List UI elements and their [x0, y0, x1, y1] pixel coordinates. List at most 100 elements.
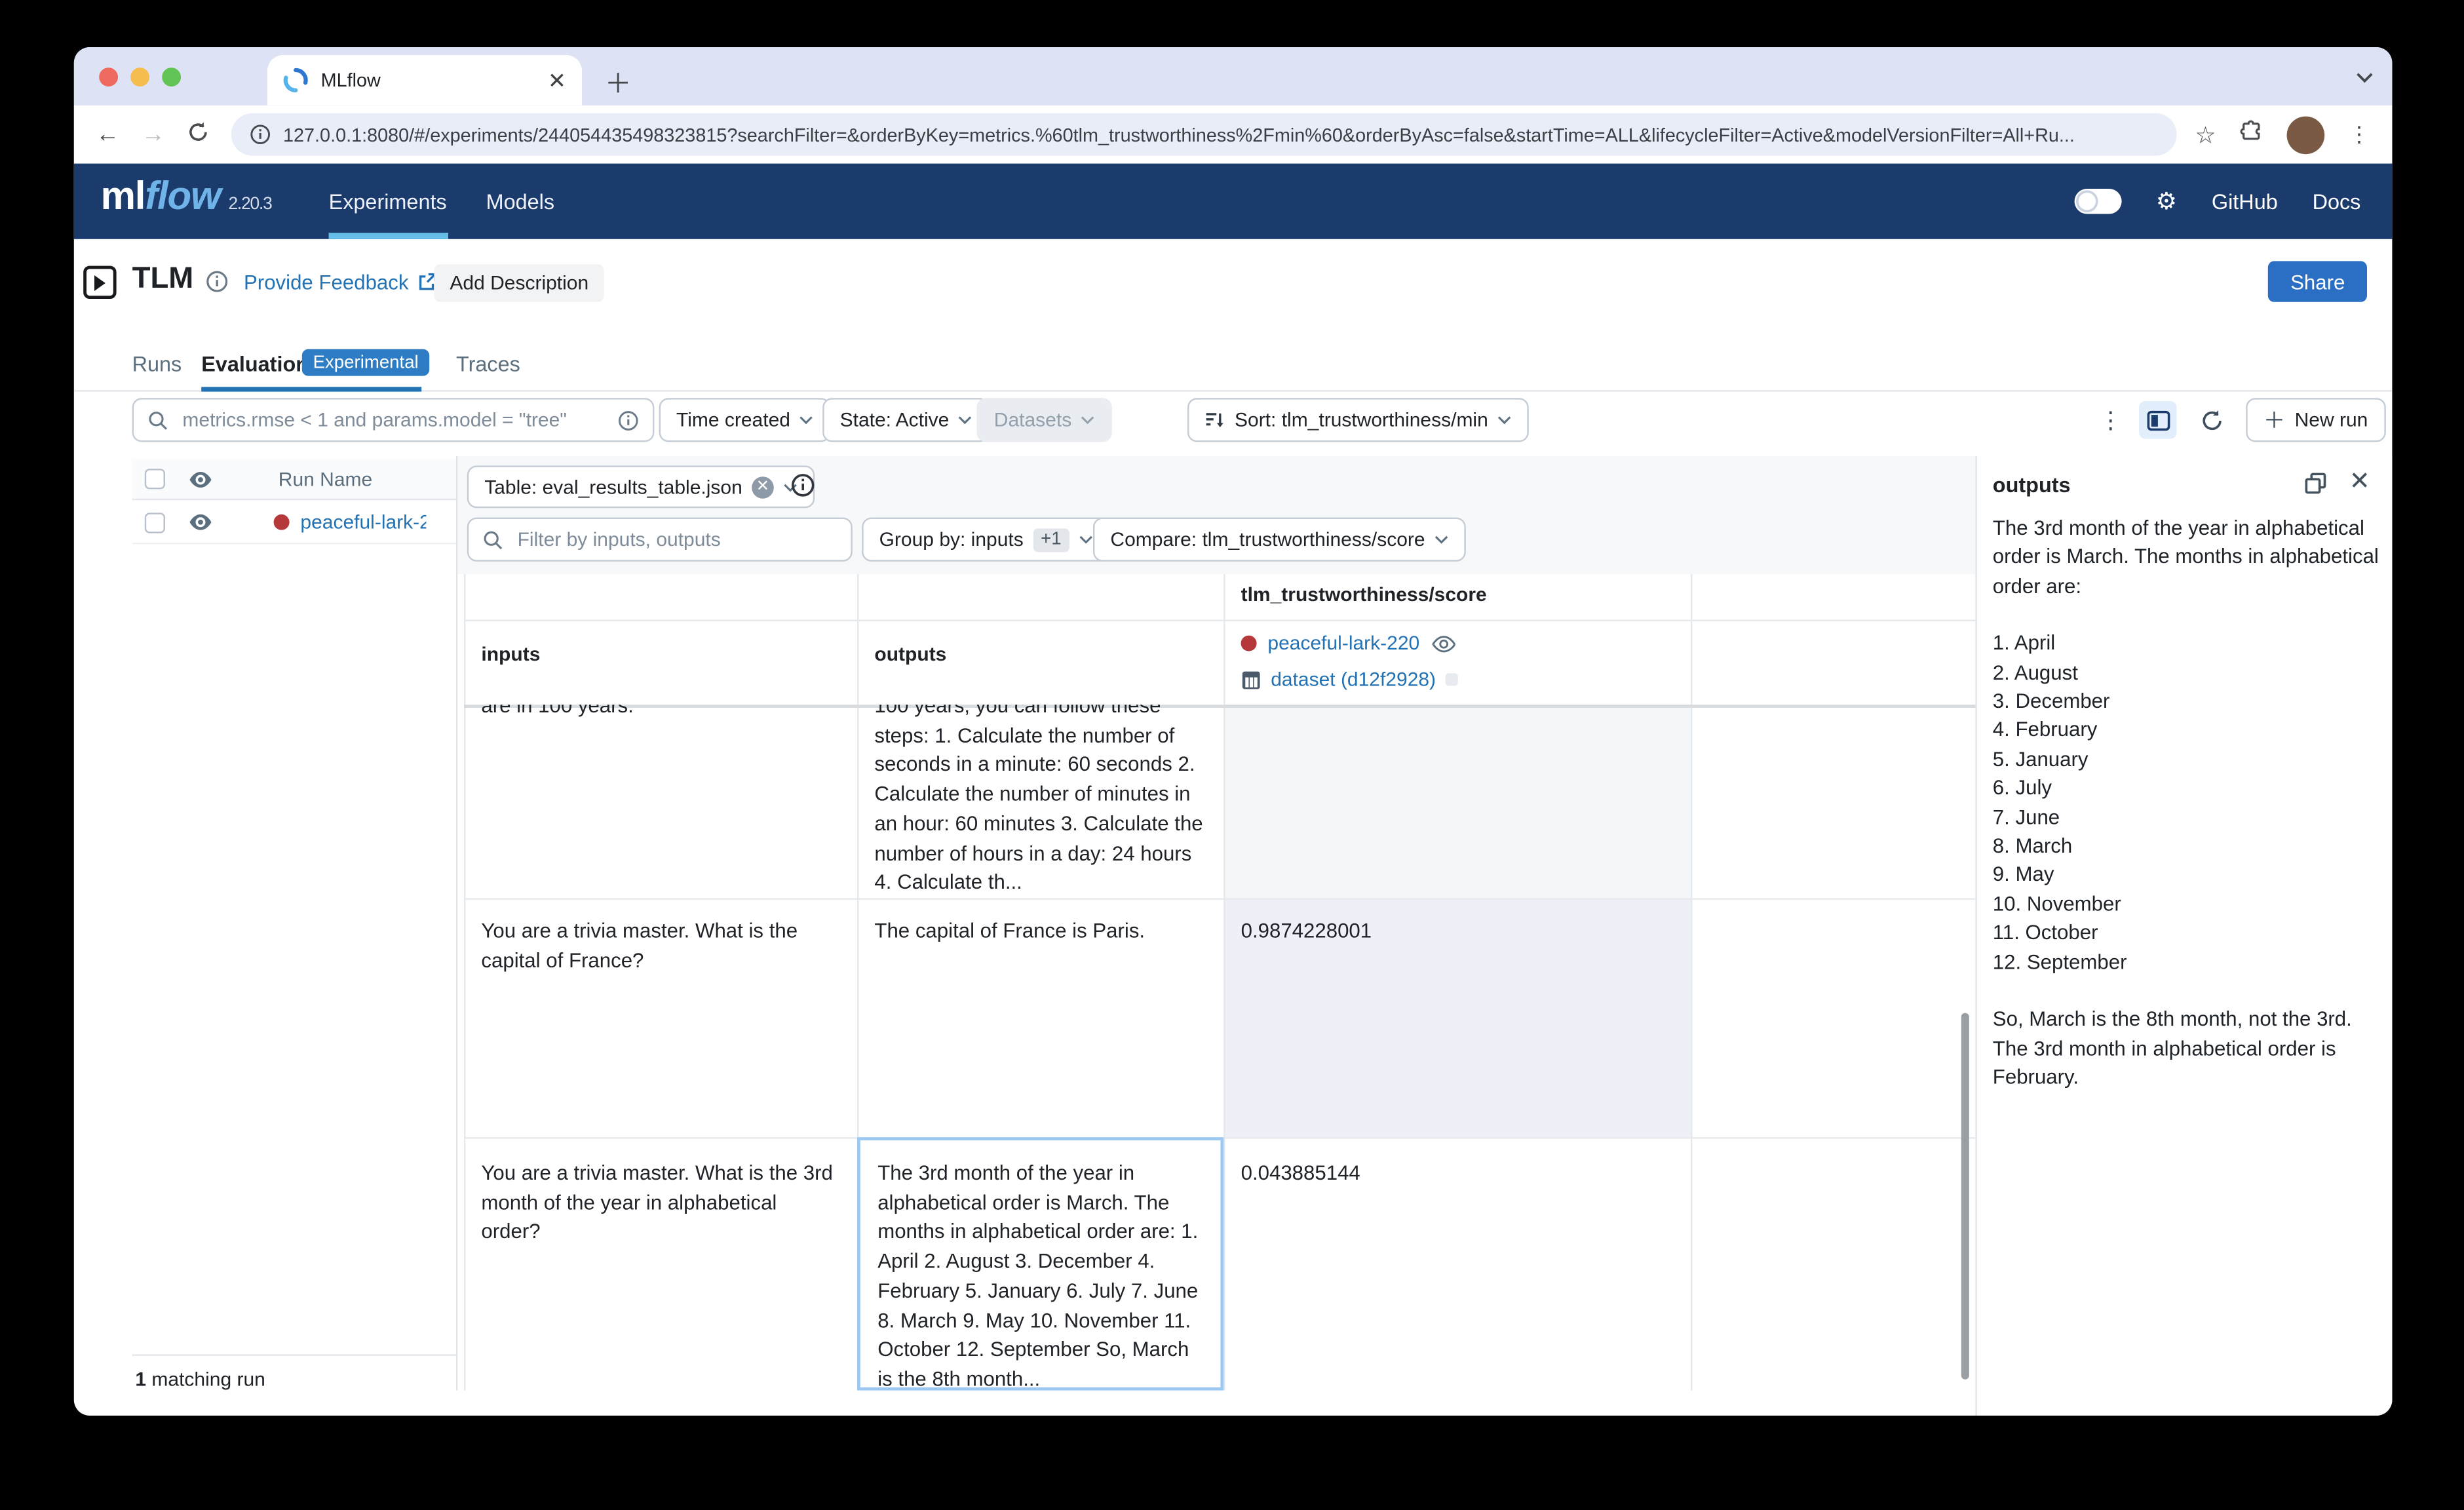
new-tab-button[interactable]: ＋	[602, 62, 634, 101]
tab-search-icon[interactable]	[2356, 63, 2373, 91]
score-group-header: tlm_trustworthiness/score	[1241, 583, 1487, 606]
dataset-header[interactable]: dataset (d12f2928)	[1241, 668, 1458, 691]
back-icon[interactable]: ←	[96, 121, 119, 148]
output-cell[interactable]: 100 years, you can follow these steps: 1…	[857, 705, 1223, 898]
output-text: 100 years, you can follow these steps: 1…	[874, 705, 1206, 898]
input-cell[interactable]: You are a trivia master. What is the cap…	[464, 898, 857, 1137]
detail-conclusion: So, March is the 8th month, not the 3rd.…	[1993, 1005, 2379, 1093]
bookmark-star-icon[interactable]: ☆	[2195, 121, 2216, 149]
table-controls-zone: Table: eval_results_table.json ✕ Group b…	[457, 456, 1975, 574]
forward-icon[interactable]: →	[142, 121, 165, 148]
visibility-eye-icon[interactable]	[1431, 633, 1455, 653]
run-row[interactable]: peaceful-lark-2...	[132, 502, 456, 545]
score-cell[interactable]	[1223, 705, 1691, 898]
runs-search-input[interactable]	[132, 398, 655, 442]
plus-icon: ＋	[2263, 404, 2286, 436]
dataset-hover-icon	[1445, 673, 1457, 686]
dataset-link-label[interactable]: dataset (d12f2928)	[1271, 668, 1436, 691]
output-text: The capital of France is Paris.	[874, 917, 1206, 946]
nav-experiments[interactable]: Experiments	[329, 164, 447, 239]
experiment-titlebar: TLM Provide Feedback Add Description Sha…	[74, 261, 2393, 324]
table-scrollbar-thumb[interactable]	[1961, 1013, 1969, 1380]
zoom-window-button[interactable]	[162, 67, 181, 86]
tab-runs[interactable]: Runs	[132, 353, 182, 376]
tab-title: MLflow	[321, 69, 548, 92]
minimize-window-button[interactable]	[130, 67, 149, 86]
close-window-button[interactable]	[99, 67, 118, 86]
compare-selector[interactable]: Compare: tlm_trustworthiness/score	[1093, 518, 1466, 562]
score-cell[interactable]: 0.043885144	[1223, 1137, 1691, 1390]
tab-traces[interactable]: Traces	[456, 353, 520, 376]
refresh-icon[interactable]	[2193, 401, 2231, 439]
visibility-eye-icon[interactable]	[189, 469, 212, 488]
new-run-button[interactable]: ＋ New run	[2246, 398, 2385, 442]
theme-toggle[interactable]	[2074, 189, 2121, 214]
docs-link[interactable]: Docs	[2313, 189, 2361, 213]
provide-feedback-link[interactable]: Provide Feedback	[244, 271, 437, 294]
output-cell: The 3rd month of the year in alphabetica…	[860, 1140, 1221, 1387]
sort-icon	[1204, 410, 1225, 430]
chevron-down-icon	[1079, 535, 1093, 544]
mlflow-logo[interactable]: mlflow2.20.3	[101, 174, 272, 220]
month-line: 10. November	[1993, 890, 2379, 919]
copy-icon[interactable]	[2303, 471, 2327, 495]
mlflow-favicon-icon	[283, 68, 308, 92]
input-cell[interactable]: You are a trivia master. What is the 3rd…	[464, 1137, 857, 1390]
table-info-icon[interactable]	[791, 473, 815, 505]
add-description-button[interactable]: Add Description	[434, 264, 604, 302]
input-cell[interactable]: are in 100 years.	[464, 705, 857, 898]
runs-search-field[interactable]	[180, 408, 619, 433]
run-link-label[interactable]: peaceful-lark-220	[1267, 632, 1419, 655]
inputs-column-header[interactable]: inputs	[481, 644, 540, 666]
extensions-icon[interactable]	[2240, 119, 2263, 150]
search-info-icon[interactable]	[618, 410, 638, 430]
close-icon[interactable]: ✕	[2349, 471, 2370, 495]
detail-title: outputs	[1993, 473, 2071, 497]
share-button[interactable]: Share	[2269, 261, 2367, 301]
time-created-filter[interactable]: Time created	[659, 398, 832, 442]
window-controls	[99, 67, 181, 86]
header-right-actions: ⚙ GitHub Docs	[2074, 164, 2392, 239]
score-cell[interactable]: 0.9874228001	[1223, 898, 1691, 1137]
eval-filter-field[interactable]	[514, 527, 837, 552]
mlflow-header: mlflow2.20.3 Experiments Models ⚙ GitHub…	[74, 164, 2393, 239]
site-info-icon[interactable]	[250, 125, 271, 145]
input-text: You are a trivia master. What is the 3rd…	[481, 1159, 839, 1248]
browser-tabstrip: MLflow ✕ ＋	[74, 47, 2393, 106]
browser-menu-icon[interactable]: ⋮	[2348, 121, 2370, 148]
nav-models[interactable]: Models	[486, 164, 554, 239]
tab-active-underline	[201, 387, 421, 391]
url-text: 127.0.0.1:8080/#/experiments/24405443549…	[283, 123, 2157, 145]
reload-icon[interactable]	[187, 121, 210, 149]
sort-selector[interactable]: Sort: tlm_trustworthiness/min	[1187, 398, 1529, 442]
artifact-table-select[interactable]: Table: eval_results_table.json ✕	[467, 465, 815, 508]
run-name-link[interactable]: peaceful-lark-2...	[300, 511, 426, 533]
gear-icon[interactable]: ⚙	[2156, 187, 2177, 216]
address-bar[interactable]: 127.0.0.1:8080/#/experiments/24405443549…	[231, 113, 2176, 156]
output-cell[interactable]: The capital of France is Paris.	[857, 898, 1223, 1137]
run-column-header[interactable]: peaceful-lark-220	[1241, 632, 1456, 655]
more-options-icon[interactable]: ⋮	[2092, 401, 2130, 439]
browser-tab[interactable]: MLflow ✕	[267, 55, 582, 106]
dataset-table-icon	[1241, 669, 1261, 689]
clear-table-icon[interactable]: ✕	[752, 476, 774, 498]
run-color-dot	[274, 514, 290, 530]
datasets-filter[interactable]: Datasets	[976, 398, 1112, 442]
run-checkbox[interactable]	[145, 512, 165, 532]
tab-close-icon[interactable]: ✕	[548, 67, 566, 94]
eval-filter-input[interactable]	[467, 518, 853, 562]
selected-output-cell[interactable]: The 3rd month of the year in alphabetica…	[857, 1137, 1223, 1390]
score-text: 0.043885144	[1241, 1159, 1674, 1189]
group-by-selector[interactable]: Group by: inputs +1	[862, 518, 1110, 562]
github-link[interactable]: GitHub	[2212, 189, 2278, 213]
run-visibility-eye-icon[interactable]	[189, 513, 212, 532]
experiment-info-icon[interactable]	[206, 271, 228, 301]
output-text: The 3rd month of the year in alphabetica…	[877, 1159, 1203, 1387]
outputs-column-header[interactable]: outputs	[874, 644, 946, 666]
side-panel-toggle[interactable]	[2139, 401, 2177, 439]
profile-avatar[interactable]	[2287, 115, 2325, 153]
select-all-checkbox[interactable]	[145, 469, 165, 489]
datasets-label: Datasets	[994, 409, 1071, 431]
state-filter[interactable]: State: Active	[822, 398, 990, 442]
tab-evaluation[interactable]: Evaluation	[201, 353, 309, 376]
